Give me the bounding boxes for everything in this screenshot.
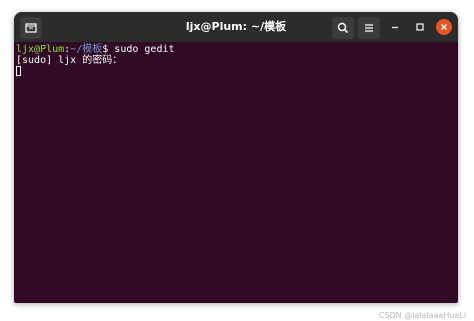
- search-button[interactable]: [332, 17, 354, 39]
- menu-button[interactable]: [358, 17, 380, 39]
- prompt-user: ljx@Plum: [16, 44, 65, 55]
- prompt-path: ~/模板: [70, 44, 103, 55]
- terminal-output[interactable]: ljx@Plum:~/模板$ sudo gedit [sudo] ljx 的密码…: [14, 42, 458, 303]
- title-bar[interactable]: ljx@Plum: ~/模板: [14, 12, 458, 42]
- cursor-line: [16, 66, 456, 77]
- close-button[interactable]: [436, 19, 452, 35]
- command-line: ljx@Plum:~/模板$ sudo gedit: [16, 44, 456, 55]
- hamburger-menu-icon: [365, 24, 373, 32]
- search-icon: [337, 22, 349, 34]
- password-prompt: [sudo] ljx 的密码：: [16, 55, 123, 66]
- minimize-button[interactable]: [387, 19, 403, 35]
- command-text: sudo gedit: [108, 44, 175, 55]
- text-cursor: [16, 66, 21, 76]
- close-icon: [441, 24, 447, 30]
- maximize-button[interactable]: [412, 19, 428, 35]
- maximize-icon: [416, 23, 424, 31]
- terminal-window: ljx@Plum: ~/模板 ljx@Plum:~/模板$ sudo gedit…: [14, 12, 458, 303]
- watermark: CSDN @lalalaaaHuaLi: [378, 311, 466, 320]
- minimize-icon: [392, 26, 398, 29]
